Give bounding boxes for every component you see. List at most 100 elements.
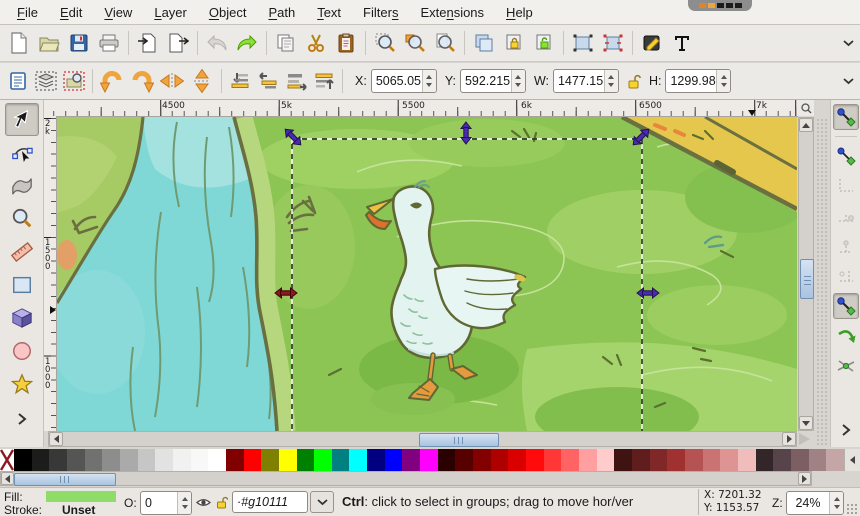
rotate-ccw-button[interactable] xyxy=(97,66,127,96)
scroll-right-button[interactable] xyxy=(782,432,796,446)
dock-grip[interactable] xyxy=(815,117,829,447)
snap-bounding-box-button[interactable] xyxy=(833,143,859,169)
canvas[interactable] xyxy=(57,117,797,431)
vertical-scrollbar[interactable] xyxy=(798,117,814,431)
palette-swatch[interactable] xyxy=(49,449,67,471)
palette-swatch[interactable] xyxy=(32,449,50,471)
snap-bbox-midpoints-button[interactable] xyxy=(833,233,859,259)
palette-swatch[interactable] xyxy=(703,449,721,471)
zoom-selection-button[interactable] xyxy=(370,28,400,58)
palette-swatch[interactable] xyxy=(67,449,85,471)
snap-enabled-button[interactable] xyxy=(833,104,859,130)
layer-lock-toggle[interactable] xyxy=(216,496,228,512)
notification-applet[interactable] xyxy=(688,0,752,11)
window-resize-grip[interactable] xyxy=(846,503,858,515)
palette-scroll-back-button[interactable] xyxy=(1,472,14,485)
snap-bbox-edges-button[interactable] xyxy=(833,173,859,199)
select-all-button[interactable] xyxy=(4,66,32,96)
palette-swatch[interactable] xyxy=(632,449,650,471)
palette-swatch[interactable] xyxy=(420,449,438,471)
fill-stroke-dialog-button[interactable] xyxy=(637,28,667,58)
scroll-up-button[interactable] xyxy=(799,118,813,132)
scroll-down-button[interactable] xyxy=(799,416,813,430)
palette-swatch[interactable] xyxy=(809,449,827,471)
palette-swatch[interactable] xyxy=(367,449,385,471)
palette-swatch[interactable] xyxy=(438,449,456,471)
palette-swatch[interactable] xyxy=(279,449,297,471)
palette-scroll-fwd-button[interactable] xyxy=(798,472,811,485)
snap-paths-button[interactable] xyxy=(833,323,859,349)
zoom-input[interactable]: 24% xyxy=(786,491,844,515)
scroll-left-button[interactable] xyxy=(49,432,63,446)
palette-swatch[interactable] xyxy=(738,449,756,471)
horizontal-scroll-thumb[interactable] xyxy=(419,433,499,447)
zoom-tool[interactable] xyxy=(5,202,39,235)
snap-toolbar-overflow[interactable] xyxy=(841,423,851,441)
palette-swatch[interactable] xyxy=(138,449,156,471)
palette-swatch[interactable] xyxy=(650,449,668,471)
palette-swatch[interactable] xyxy=(614,449,632,471)
menu-edit[interactable]: Edit xyxy=(49,2,93,23)
ungroup-button[interactable] xyxy=(598,28,628,58)
measure-tool[interactable] xyxy=(5,235,39,268)
palette-swatch[interactable] xyxy=(579,449,597,471)
deselect-button[interactable] xyxy=(60,66,88,96)
palette-swatch[interactable] xyxy=(597,449,615,471)
palette-swatch[interactable] xyxy=(791,449,809,471)
fill-swatch[interactable] xyxy=(46,491,116,502)
palette-swatch[interactable] xyxy=(773,449,791,471)
export-button[interactable] xyxy=(163,28,193,58)
menu-text[interactable]: Text xyxy=(306,2,352,23)
tweak-tool[interactable] xyxy=(5,169,39,202)
y-input[interactable]: 592.215 xyxy=(460,69,526,93)
palette-swatch[interactable] xyxy=(208,449,226,471)
palette-swatch[interactable] xyxy=(120,449,138,471)
palette-swatch[interactable] xyxy=(261,449,279,471)
palette-scroll-thumb[interactable] xyxy=(14,473,116,486)
menu-extensions[interactable]: Extensions xyxy=(409,2,495,23)
menu-file[interactable]: File xyxy=(6,2,49,23)
lock-ratio[interactable] xyxy=(627,74,641,89)
toolbox-overflow[interactable] xyxy=(17,412,27,430)
w-spinner[interactable] xyxy=(604,70,618,92)
lower-button[interactable] xyxy=(254,66,282,96)
vertical-scroll-thumb[interactable] xyxy=(800,259,814,299)
palette-swatch[interactable] xyxy=(314,449,332,471)
undo-button[interactable] xyxy=(202,28,232,58)
layer-visibility-toggle[interactable] xyxy=(196,497,211,511)
palette-scroll-left-button[interactable] xyxy=(844,449,860,471)
palette-swatch[interactable] xyxy=(526,449,544,471)
ruler-vertical[interactable]: 2k 1500 1000 xyxy=(44,116,57,431)
rectangle-tool[interactable] xyxy=(5,268,39,301)
snap-bbox-centers-button[interactable] xyxy=(833,263,859,289)
group-button[interactable] xyxy=(568,28,598,58)
menu-object[interactable]: Object xyxy=(198,2,258,23)
menu-layer[interactable]: Layer xyxy=(143,2,198,23)
palette-swatch[interactable] xyxy=(455,449,473,471)
palette-swatch[interactable] xyxy=(491,449,509,471)
tool-options-overflow[interactable] xyxy=(843,72,854,90)
lower-to-bottom-button[interactable] xyxy=(226,66,254,96)
open-document-button[interactable] xyxy=(34,28,64,58)
save-document-button[interactable] xyxy=(64,28,94,58)
clone-button[interactable] xyxy=(499,28,529,58)
copy-button[interactable] xyxy=(271,28,301,58)
select-all-layers-button[interactable] xyxy=(32,66,60,96)
palette-scrollbar[interactable] xyxy=(0,471,812,486)
menu-view[interactable]: View xyxy=(93,2,143,23)
palette-swatch[interactable] xyxy=(173,449,191,471)
opacity-input[interactable]: 0 xyxy=(140,491,192,515)
palette-swatch[interactable] xyxy=(297,449,315,471)
box-3d-tool[interactable] xyxy=(5,301,39,334)
h-spinner[interactable] xyxy=(716,70,730,92)
zoom-page-button[interactable] xyxy=(430,28,460,58)
new-document-button[interactable] xyxy=(4,28,34,58)
flip-vertical-button[interactable] xyxy=(187,66,217,96)
paste-button[interactable] xyxy=(331,28,361,58)
menu-help[interactable]: Help xyxy=(495,2,544,23)
snap-bbox-corners-button[interactable] xyxy=(833,203,859,229)
text-editor-button[interactable] xyxy=(667,28,697,58)
current-layer-input[interactable]: ·#g10111 xyxy=(232,491,308,513)
palette-swatch[interactable] xyxy=(191,449,209,471)
palette-swatch[interactable] xyxy=(349,449,367,471)
